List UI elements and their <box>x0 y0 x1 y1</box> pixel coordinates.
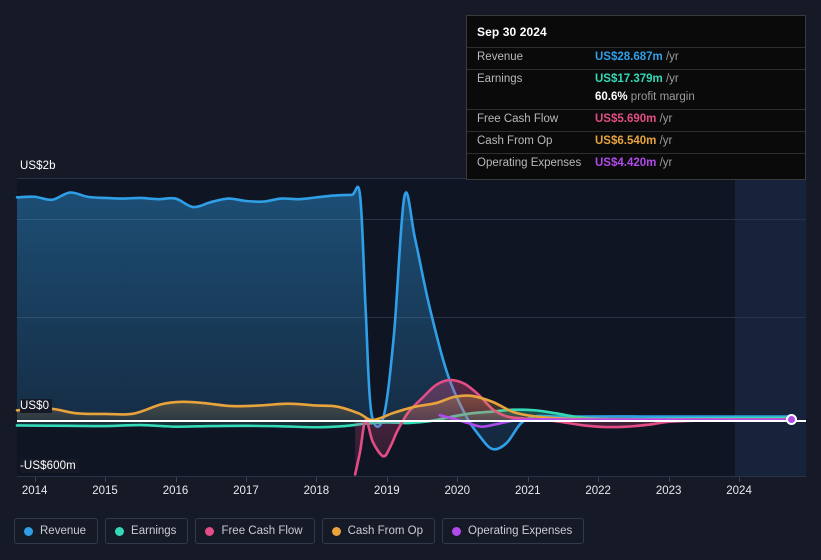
x-axis-tick <box>175 477 177 482</box>
tooltip-row-label: Revenue <box>477 51 524 63</box>
x-axis-tick <box>668 477 670 482</box>
tooltip-value-suffix: /yr <box>656 135 673 147</box>
x-axis-tick <box>739 477 741 482</box>
legend-item-revenue[interactable]: Revenue <box>14 518 99 544</box>
tooltip-rows: Revenue US$28.687m /yr Earnings US$17.379m … <box>467 47 805 175</box>
x-axis-tick <box>316 477 318 482</box>
x-axis-label: 2017 <box>233 485 259 497</box>
tooltip-value-number: US$4.420m <box>595 157 657 169</box>
legend-item-label: Revenue <box>40 525 87 537</box>
legend-color-dot <box>205 526 215 536</box>
tooltip-value-suffix: /yr <box>662 51 679 63</box>
legend-item-earnings[interactable]: Earnings <box>105 518 189 544</box>
y-axis-label-top: US$2b <box>20 159 59 173</box>
legend-item-operating-expenses[interactable]: Operating Expenses <box>442 518 585 544</box>
x-axis-tick <box>105 477 107 482</box>
tooltip-row: Revenue US$28.687m /yr <box>467 47 805 69</box>
tooltip-row-value: 60.6% profit margin <box>595 91 695 103</box>
x-axis-tick <box>34 477 36 482</box>
tooltip-row-label: Free Cash Flow <box>477 113 559 125</box>
tooltip-row: Operating Expenses US$4.420m /yr <box>467 153 805 175</box>
legend-color-dot <box>331 526 341 536</box>
legend-item-label: Operating Expenses <box>468 525 573 537</box>
tooltip-row-value: US$6.540m /yr <box>595 135 672 147</box>
tooltip-value-number: US$17.379m <box>595 73 663 85</box>
data-tooltip: Sep 30 2024 Revenue US$28.687m /yr Earning… <box>466 15 806 180</box>
tooltip-value-number: US$6.540m <box>595 135 657 147</box>
tooltip-row-label: Earnings <box>477 73 523 85</box>
tooltip-value-suffix: /yr <box>662 73 679 85</box>
x-axis-label: 2014 <box>21 485 48 497</box>
x-axis-label: 2023 <box>655 485 682 497</box>
tooltip-date: Sep 30 2024 <box>477 25 547 39</box>
tooltip-row-value: US$4.420m /yr <box>595 157 672 169</box>
tooltip-row: Earnings US$17.379m /yr <box>467 69 805 91</box>
tooltip-row-label: Operating Expenses <box>477 157 582 169</box>
x-axis-label: 2016 <box>162 485 189 497</box>
tooltip-row: Free Cash Flow US$5.690m /yr <box>467 109 805 131</box>
tooltip-value-number: 60.6% <box>595 91 628 103</box>
x-axis-label: 2019 <box>374 485 400 497</box>
x-axis-label: 2018 <box>303 485 330 497</box>
tooltip-row-label: Cash From Op <box>477 135 553 147</box>
tooltip-value-suffix: /yr <box>656 157 673 169</box>
chart-legend[interactable]: Revenue Earnings Free Cash Flow Cash From O… <box>14 518 585 544</box>
financial-chart: US$2b US$0 -US$600m 2014 2015 2016 2017 2018… <box>0 0 821 560</box>
y-axis-label-bottom: -US$600m <box>20 459 79 473</box>
y-axis-label-zero: US$0 <box>20 399 53 413</box>
legend-item-cash-from-op[interactable]: Cash From Op <box>321 518 436 544</box>
tooltip-value-number: US$5.690m <box>595 113 657 125</box>
tooltip-value-number: US$28.687m <box>595 51 663 63</box>
x-axis-label: 2022 <box>585 485 611 497</box>
x-axis-tick <box>245 477 247 482</box>
legend-item-label: Free Cash Flow <box>221 525 303 537</box>
tooltip-row: Cash From Op US$6.540m /yr <box>467 131 805 153</box>
legend-color-dot <box>452 526 462 536</box>
x-axis-tick <box>598 477 600 482</box>
legend-item-label: Earnings <box>131 525 177 537</box>
x-axis-tick <box>386 477 388 482</box>
tooltip-row-value: US$17.379m /yr <box>595 73 679 85</box>
tooltip-row-value: US$28.687m /yr <box>595 51 679 63</box>
x-axis-label: 2021 <box>514 485 541 497</box>
legend-item-label: Cash From Op <box>347 525 424 537</box>
tooltip-row: 60.6% profit margin <box>467 91 805 109</box>
tooltip-value-suffix: /yr <box>656 113 673 125</box>
legend-color-dot <box>24 526 33 536</box>
legend-color-dot <box>115 526 125 536</box>
series-layer <box>15 185 794 476</box>
x-axis-tick <box>457 477 459 482</box>
tooltip-row-value: US$5.690m /yr <box>595 113 672 125</box>
tooltip-value-suffix: profit margin <box>627 91 695 103</box>
x-axis-label: 2024 <box>726 485 752 497</box>
legend-item-free-cash-flow[interactable]: Free Cash Flow <box>195 518 315 544</box>
x-axis-tick <box>527 477 529 482</box>
zero-baseline <box>17 420 806 422</box>
x-axis-label: 2020 <box>444 485 471 497</box>
x-axis-label: 2015 <box>92 485 118 497</box>
